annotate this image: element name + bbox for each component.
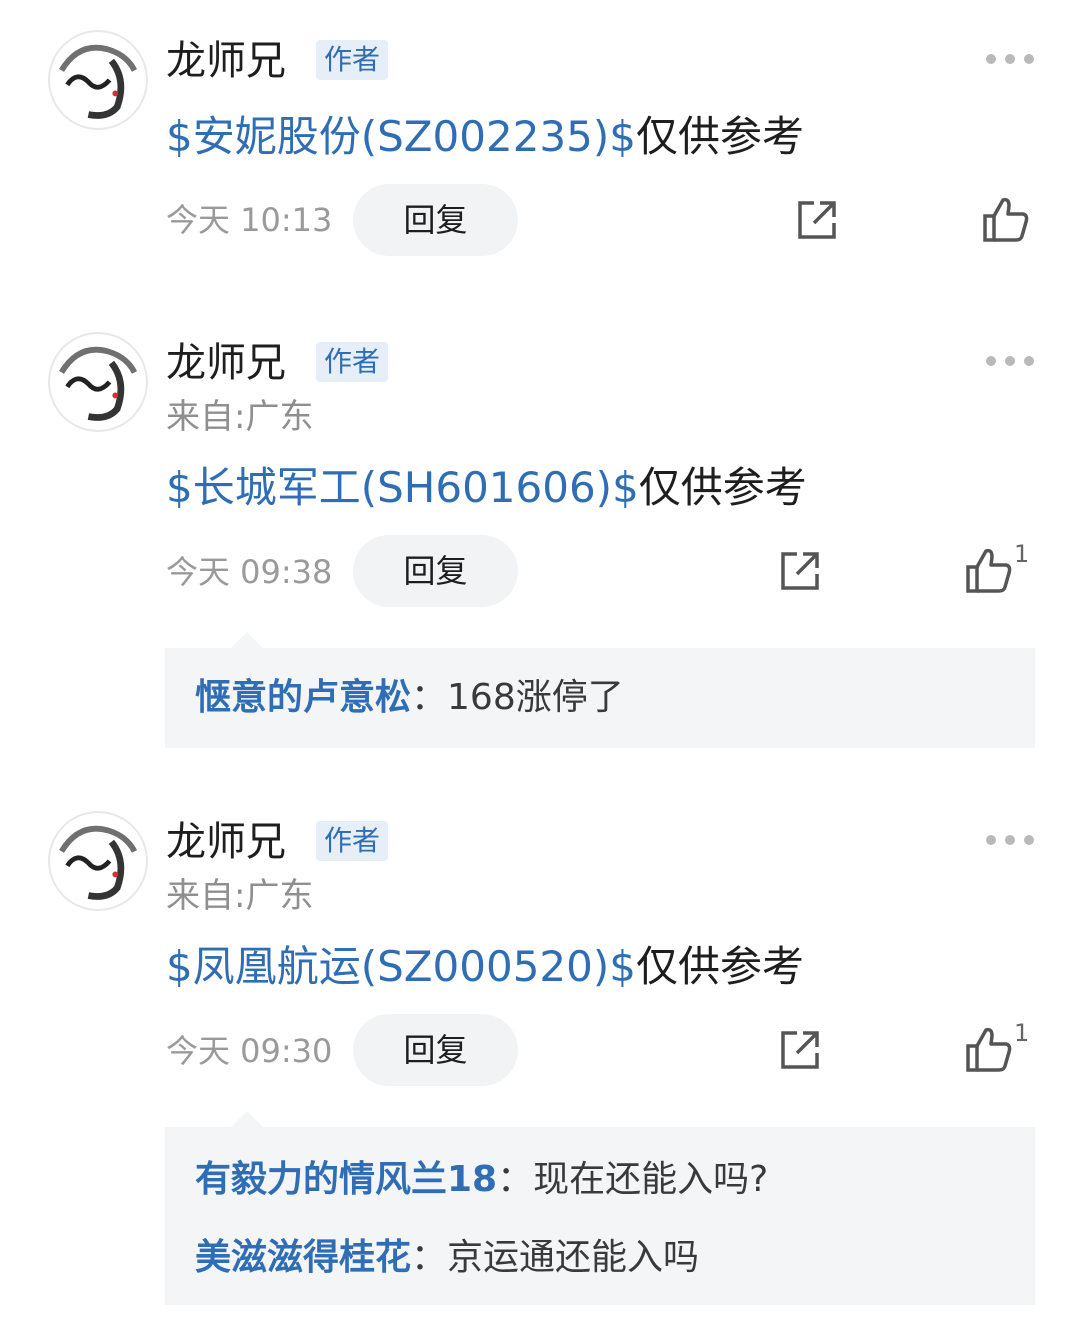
post-content: $长城军工(SH601606)$仅供参考 [166,462,807,514]
reply-button[interactable]: 回复 [353,1014,518,1086]
share-icon[interactable] [777,1027,823,1073]
avatar[interactable] [48,811,148,911]
post-location: 来自:广东 [166,397,314,437]
like-count: 1 [1014,1019,1030,1047]
author-name[interactable]: 龙师兄 [166,818,286,866]
stock-link[interactable]: $长城军工(SH601606)$ [166,463,639,512]
post-time: 今天 10:13 [166,201,333,239]
comment-text: ：京运通还能入吗 [411,1237,700,1278]
share-icon[interactable] [794,197,840,243]
commenter-name[interactable]: 美滋滋得桂花 [195,1237,411,1278]
thumbs-up-icon[interactable] [981,194,1031,244]
stock-link[interactable]: $安妮股份(SZ002235)$ [166,112,636,161]
comment-text: ：现在还能入吗? [497,1159,769,1200]
thumbs-up-icon[interactable] [964,545,1014,595]
comment-list: 惬意的卢意松：168涨停了 [165,632,1035,748]
more-dots-icon[interactable] [986,355,1034,367]
author-name[interactable]: 龙师兄 [166,37,286,85]
post-location: 来自:广东 [166,876,314,916]
comment-item[interactable]: 惬意的卢意松：168涨停了 [195,659,1005,737]
author-badge: 作者 [316,40,389,80]
stock-link[interactable]: $凤凰航运(SZ000520)$ [166,942,636,991]
comment-item[interactable]: 有毅力的情风兰18：现在还能入吗? [195,1141,1005,1219]
post-content: $安妮股份(SZ002235)$仅供参考 [166,111,804,163]
calligraphy-avatar-icon [51,33,145,127]
post-content: $凤凰航运(SZ000520)$仅供参考 [166,941,804,993]
reply-button[interactable]: 回复 [353,184,518,256]
calligraphy-avatar-icon [51,814,145,908]
like-count: 1 [1014,540,1030,568]
author-badge: 作者 [316,342,389,382]
avatar[interactable] [48,332,148,432]
more-dots-icon[interactable] [986,834,1034,846]
commenter-name[interactable]: 惬意的卢意松 [195,677,411,718]
author-badge: 作者 [316,821,389,861]
calligraphy-avatar-icon [51,335,145,429]
post-text: 仅供参考 [635,942,804,991]
post-time: 今天 09:30 [166,1032,333,1070]
more-dots-icon[interactable] [986,53,1034,65]
thumbs-up-icon[interactable] [964,1024,1014,1074]
post-text: 仅供参考 [635,112,804,161]
post-time: 今天 09:38 [166,553,333,591]
commenter-name[interactable]: 有毅力的情风兰18 [195,1159,497,1200]
avatar[interactable] [48,30,148,130]
comment-item[interactable]: 美滋滋得桂花：京运通还能入吗 [195,1219,1005,1297]
author-name[interactable]: 龙师兄 [166,339,286,387]
comment-text: ：168涨停了 [411,677,624,718]
share-icon[interactable] [777,548,823,594]
post-text: 仅供参考 [638,463,807,512]
comment-list: 有毅力的情风兰18：现在还能入吗? 美滋滋得桂花：京运通还能入吗 [165,1111,1035,1305]
reply-button[interactable]: 回复 [353,535,518,607]
